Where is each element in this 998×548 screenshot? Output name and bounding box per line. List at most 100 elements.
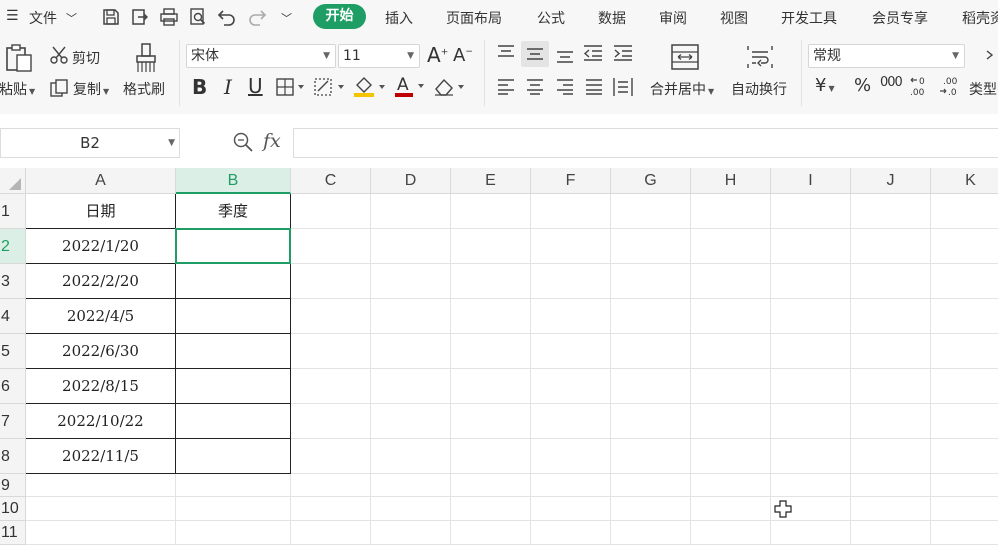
borders-icon[interactable]	[276, 78, 306, 96]
cell-j5[interactable]	[851, 334, 931, 369]
tab-insert[interactable]: 插入	[385, 8, 413, 28]
font-color-icon[interactable]: A	[394, 74, 428, 98]
cell-g5[interactable]	[611, 334, 691, 369]
cell-h6[interactable]	[691, 369, 771, 404]
align-right-icon[interactable]	[555, 78, 575, 96]
cell-d9[interactable]	[371, 474, 451, 497]
cell-f2[interactable]	[531, 229, 611, 264]
insert-function-icon[interactable]: fx	[263, 130, 281, 152]
cell-c9[interactable]	[291, 474, 371, 497]
cell-d4[interactable]	[371, 299, 451, 334]
hamburger-menu-icon[interactable]: ☰	[6, 8, 19, 24]
tab-page-layout[interactable]: 页面布局	[446, 8, 502, 28]
row-header-5[interactable]: 5	[0, 334, 26, 369]
cell-f7[interactable]	[531, 404, 611, 439]
cell-b3[interactable]	[176, 264, 291, 299]
cell-k8[interactable]	[931, 439, 998, 474]
cell-j8[interactable]	[851, 439, 931, 474]
column-header-b[interactable]: B	[176, 168, 291, 194]
copy-button[interactable]: 复制 ▼	[73, 79, 109, 99]
cell-g1[interactable]	[611, 194, 691, 229]
column-header-g[interactable]: G	[611, 168, 691, 194]
cell-a6[interactable]: 2022/8/15	[26, 369, 176, 404]
cell-g11[interactable]	[611, 521, 691, 545]
cell-k11[interactable]	[931, 521, 998, 545]
worksheet-grid[interactable]: ABCDEFGHIJK 1 2 3 4 5 6 7 8 9 10 11 日期 季度 2022/1/20 2…	[0, 168, 998, 548]
increase-font-icon[interactable]: A+	[427, 43, 448, 67]
cell-i5[interactable]	[771, 334, 851, 369]
cell-i3[interactable]	[771, 264, 851, 299]
tab-member[interactable]: 会员专享	[872, 8, 928, 28]
cell-k4[interactable]	[931, 299, 998, 334]
row-header-8[interactable]: 8	[0, 439, 26, 474]
tab-docer[interactable]: 稻壳资	[962, 8, 998, 28]
row-header-3[interactable]: 3	[0, 264, 26, 299]
redo-icon[interactable]	[247, 7, 267, 27]
chevron-down-icon[interactable]: ﹀	[66, 10, 77, 26]
row-header-11[interactable]: 11	[0, 521, 26, 545]
wrap-text-button[interactable]: 自动换行	[731, 79, 787, 99]
cell-a9[interactable]	[26, 474, 176, 497]
cell-g8[interactable]	[611, 439, 691, 474]
cell-j2[interactable]	[851, 229, 931, 264]
cell-a7[interactable]: 2022/10/22	[26, 404, 176, 439]
cell-h8[interactable]	[691, 439, 771, 474]
cell-e3[interactable]	[451, 264, 531, 299]
cell-a5[interactable]: 2022/6/30	[26, 334, 176, 369]
increase-indent-icon[interactable]	[612, 44, 634, 62]
more-ribbon-icon[interactable]	[985, 47, 995, 69]
font-name-select[interactable]: 宋体 ▼	[186, 44, 336, 68]
cell-a10[interactable]	[26, 497, 176, 521]
cell-g10[interactable]	[611, 497, 691, 521]
cell-e8[interactable]	[451, 439, 531, 474]
cell-e10[interactable]	[451, 497, 531, 521]
cell-f9[interactable]	[531, 474, 611, 497]
cell-f10[interactable]	[531, 497, 611, 521]
cell-a1[interactable]: 日期	[26, 194, 176, 229]
cell-i4[interactable]	[771, 299, 851, 334]
align-top-icon[interactable]	[496, 44, 516, 62]
bold-icon[interactable]: B	[192, 75, 207, 99]
print-preview-icon[interactable]	[188, 7, 208, 27]
cell-k3[interactable]	[931, 264, 998, 299]
row-header-9[interactable]: 9	[0, 474, 26, 497]
cell-d10[interactable]	[371, 497, 451, 521]
cell-j11[interactable]	[851, 521, 931, 545]
cell-k5[interactable]	[931, 334, 998, 369]
cell-a8[interactable]: 2022/11/5	[26, 439, 176, 474]
cell-h7[interactable]	[691, 404, 771, 439]
customize-quick-access-icon[interactable]: ﹀	[281, 10, 292, 26]
export-pdf-icon[interactable]	[130, 7, 150, 27]
cell-h11[interactable]	[691, 521, 771, 545]
cell-k1[interactable]	[931, 194, 998, 229]
cell-c11[interactable]	[291, 521, 371, 545]
cell-a2[interactable]: 2022/1/20	[26, 229, 176, 264]
undo-icon[interactable]	[217, 7, 237, 27]
thousands-separator-button[interactable]: 000	[880, 75, 903, 90]
type-conversion-button[interactable]: 类型	[969, 79, 997, 99]
cell-e7[interactable]	[451, 404, 531, 439]
cell-j9[interactable]	[851, 474, 931, 497]
save-icon[interactable]	[101, 7, 121, 27]
cell-d3[interactable]	[371, 264, 451, 299]
row-header-10[interactable]: 10	[0, 497, 26, 521]
cell-g3[interactable]	[611, 264, 691, 299]
underline-icon[interactable]: U	[248, 74, 263, 98]
tab-home[interactable]: 开始	[313, 4, 366, 29]
cut-button[interactable]: 剪切	[72, 48, 100, 68]
cell-c2[interactable]	[291, 229, 371, 264]
cell-j4[interactable]	[851, 299, 931, 334]
column-header-f[interactable]: F	[531, 168, 611, 194]
cell-f5[interactable]	[531, 334, 611, 369]
cell-d2[interactable]	[371, 229, 451, 264]
cell-j7[interactable]	[851, 404, 931, 439]
cell-g2[interactable]	[611, 229, 691, 264]
cell-k6[interactable]	[931, 369, 998, 404]
column-header-h[interactable]: H	[691, 168, 771, 194]
align-middle-icon[interactable]	[521, 41, 549, 67]
cell-h10[interactable]	[691, 497, 771, 521]
currency-format-button[interactable]: ¥ ▼	[815, 75, 835, 96]
cell-b1[interactable]: 季度	[176, 194, 291, 229]
cell-d1[interactable]	[371, 194, 451, 229]
cell-g6[interactable]	[611, 369, 691, 404]
